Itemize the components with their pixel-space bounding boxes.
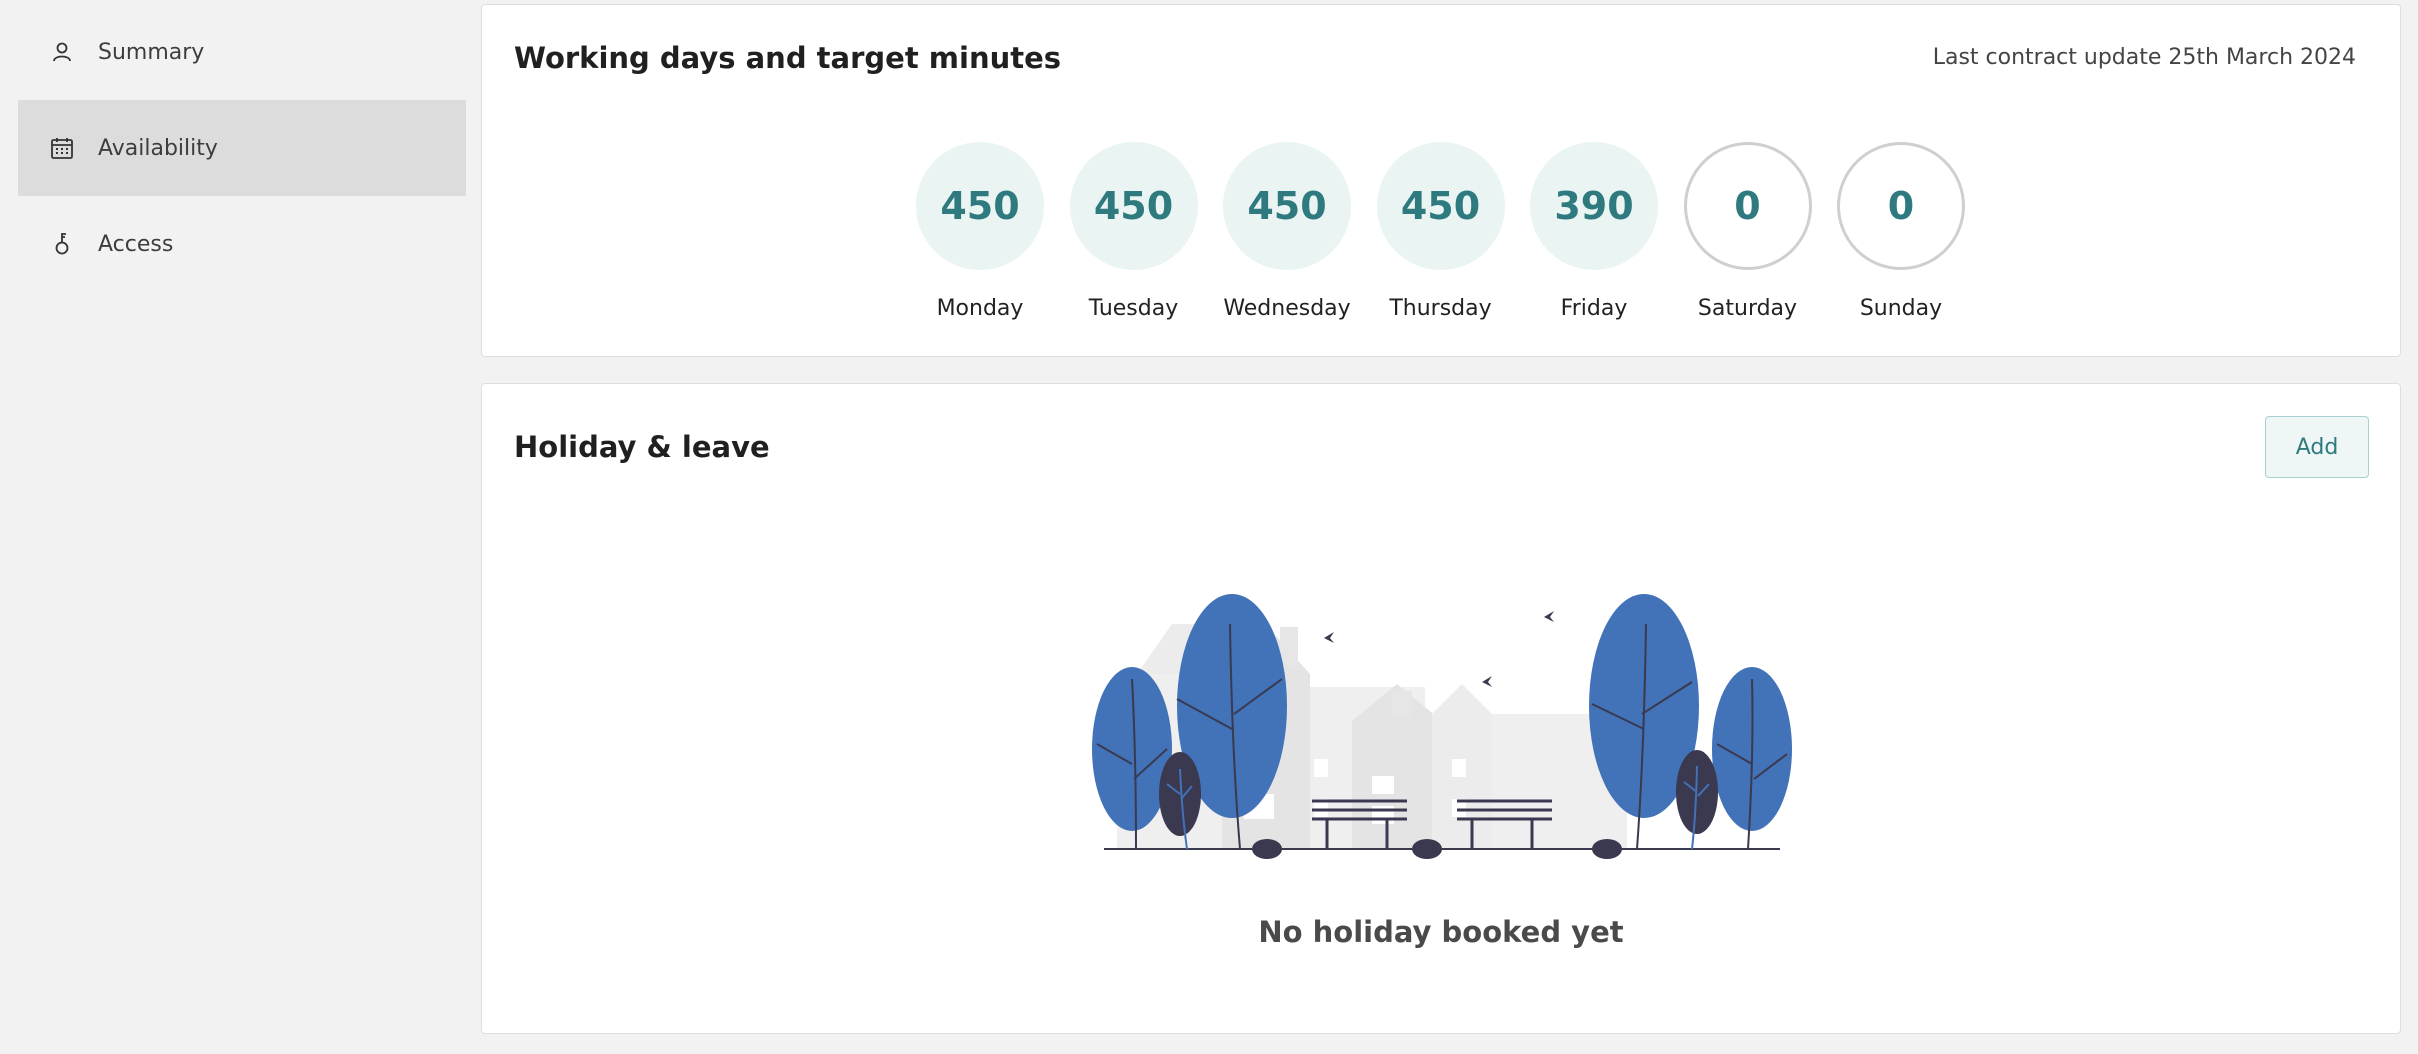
working-days-title: Working days and target minutes: [514, 41, 1062, 75]
sidebar-item-label: Availability: [98, 135, 218, 161]
day-label: Friday: [1560, 296, 1628, 321]
days-row: 450 Monday 450 Tuesday 450 Wednesday 450…: [916, 142, 1991, 321]
day-label: Sunday: [1859, 296, 1943, 321]
sidebar-item-label: Summary: [98, 39, 205, 65]
day-sunday: 0 Sunday: [1837, 142, 1965, 321]
day-minutes-circle[interactable]: 450: [1223, 142, 1351, 270]
day-tuesday: 450 Tuesday: [1069, 142, 1198, 321]
day-friday: 390 Friday: [1530, 142, 1658, 321]
key-icon: [48, 230, 76, 258]
day-minutes-circle[interactable]: 0: [1683, 142, 1812, 270]
empty-state-text: No holiday booked yet: [1258, 915, 1624, 949]
user-icon: [48, 38, 76, 66]
empty-state-illustration: [1092, 594, 1792, 859]
birds-illustration: [1324, 611, 1554, 687]
sidebar-item-availability[interactable]: Availability: [18, 100, 466, 196]
holiday-leave-card: Holiday & leave Add No holiday booked ye…: [481, 383, 2401, 1034]
day-label: Wednesday: [1223, 296, 1351, 321]
sidebar: Summary Availability Access: [18, 4, 466, 292]
day-minutes-circle[interactable]: 450: [916, 142, 1044, 270]
add-holiday-button[interactable]: Add: [2265, 416, 2369, 478]
day-minutes-circle[interactable]: 0: [1837, 142, 1965, 270]
calendar-icon: [48, 134, 76, 162]
day-monday: 450 Monday: [916, 142, 1044, 321]
day-minutes-circle[interactable]: 390: [1530, 142, 1658, 270]
day-minutes-circle[interactable]: 450: [1376, 142, 1505, 270]
sidebar-item-label: Access: [98, 231, 174, 257]
day-saturday: 0 Saturday: [1683, 142, 1812, 321]
holiday-leave-title: Holiday & leave: [514, 430, 770, 464]
day-minutes-circle[interactable]: 450: [1069, 142, 1198, 270]
day-wednesday: 450 Wednesday: [1223, 142, 1351, 321]
day-label: Saturday: [1697, 296, 1798, 321]
day-label: Tuesday: [1088, 296, 1179, 321]
day-label: Monday: [936, 296, 1024, 321]
sidebar-item-access[interactable]: Access: [18, 196, 466, 292]
day-thursday: 450 Thursday: [1376, 142, 1505, 321]
sidebar-item-summary[interactable]: Summary: [18, 4, 466, 100]
day-label: Thursday: [1389, 296, 1492, 321]
contract-update-note: Last contract update 25th March 2024: [1932, 45, 2356, 70]
working-days-card: Working days and target minutes Last con…: [481, 4, 2401, 357]
